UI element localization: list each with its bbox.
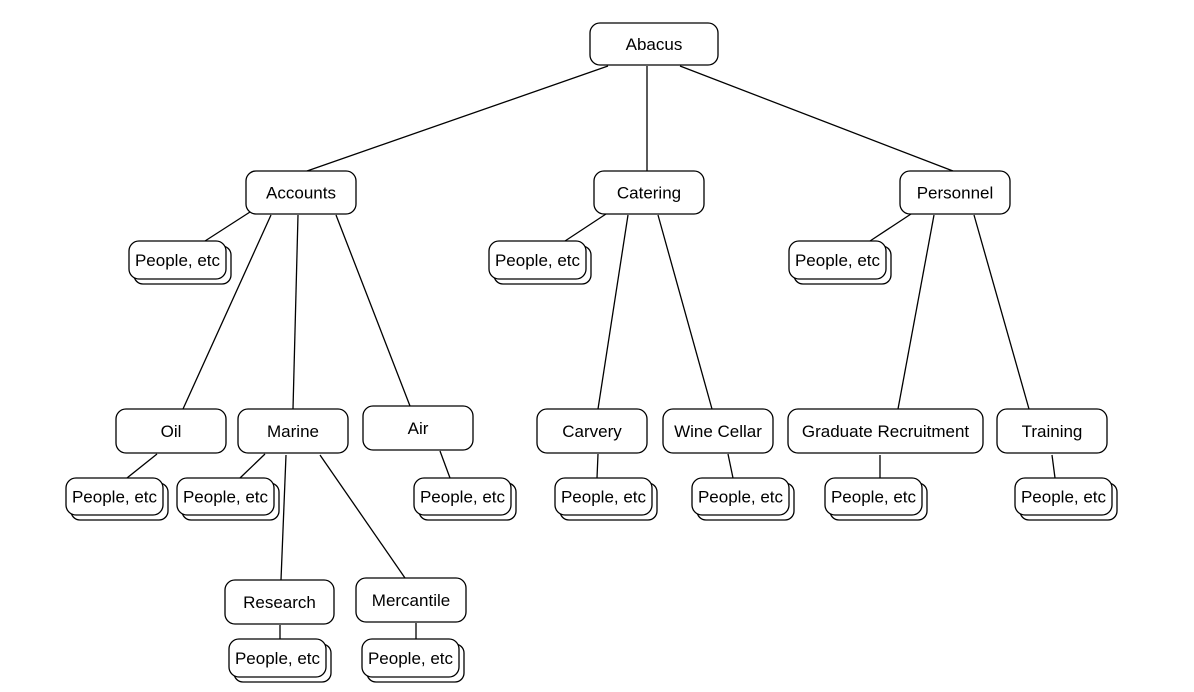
node-catering[interactable]: Catering [593,170,705,215]
node-oil-people[interactable]: People, etc [65,477,169,521]
node-label: People, etc [135,251,221,270]
node-mercantile-people[interactable]: People, etc [361,638,465,683]
node-research-people[interactable]: People, etc [228,638,332,683]
node-label: Oil [161,422,182,441]
node-label: People, etc [368,649,454,668]
edge-personnel-to-training [973,214,1030,410]
node-research[interactable]: Research [224,579,335,625]
node-label: People, etc [795,251,881,270]
node-marine[interactable]: Marine [237,408,349,454]
node-label: People, etc [831,488,917,507]
node-label: Personnel [917,184,994,203]
node-label: People, etc [561,488,647,507]
node-graduate-recruitment-people[interactable]: People, etc [824,477,928,521]
node-label: Wine Cellar [674,422,762,441]
edge-oil-to-oil-people [126,453,158,479]
node-label: Abacus [626,35,683,54]
edge-catering-to-carvery [597,214,629,410]
node-label: Research [243,593,316,612]
node-label: People, etc [495,251,581,270]
node-label: Graduate Recruitment [802,422,970,441]
node-mercantile[interactable]: Mercantile [355,577,467,623]
node-accounts[interactable]: Accounts [245,170,357,215]
edge-accounts-to-marine [292,214,299,410]
edge-abacus-to-personnel [679,65,954,172]
edge-air-to-air-people [439,450,451,479]
node-training-people[interactable]: People, etc [1014,477,1118,521]
node-label: Training [1022,422,1083,441]
node-carvery[interactable]: Carvery [536,408,648,454]
node-personnel-people[interactable]: People, etc [788,240,892,285]
node-wine-cellar[interactable]: Wine Cellar [662,408,774,454]
node-label: Catering [617,184,681,203]
org-chart: Abacus Accounts Catering Personnel People, e… [65,22,1118,683]
node-label: People, etc [72,488,158,507]
node-label: Air [408,419,429,438]
node-marine-people[interactable]: People, etc [176,477,280,521]
node-label: People, etc [420,488,506,507]
edge-wine-cellar-to-wine-cellar-people [727,453,734,479]
node-label: People, etc [698,488,784,507]
node-accounts-people[interactable]: People, etc [128,240,232,285]
edge-marine-to-marine-people [239,453,266,479]
edges [126,65,1056,639]
nodes: Abacus Accounts Catering Personnel People, e… [65,22,1118,683]
node-wine-cellar-people[interactable]: People, etc [691,477,795,521]
node-label: Mercantile [372,591,450,610]
edge-carvery-to-carvery-people [596,453,599,479]
node-catering-people[interactable]: People, etc [488,240,592,285]
node-training[interactable]: Training [996,408,1108,454]
node-label: People, etc [235,649,321,668]
node-personnel[interactable]: Personnel [899,170,1011,215]
edge-catering-to-wine-cellar [657,214,713,410]
node-label: People, etc [1021,488,1107,507]
edge-training-to-training-people [1051,454,1056,479]
edge-marine-to-mercantile [319,454,406,579]
node-carvery-people[interactable]: People, etc [554,477,658,521]
edge-accounts-to-accounts-people [204,211,251,242]
edge-abacus-to-accounts [306,65,609,172]
node-graduate-recruitment[interactable]: Graduate Recruitment [787,408,984,454]
node-air-people[interactable]: People, etc [413,477,517,521]
edge-marine-to-research [280,454,287,581]
edge-accounts-to-air [335,214,411,407]
node-air[interactable]: Air [362,405,474,451]
node-abacus[interactable]: Abacus [589,22,719,66]
node-label: Marine [267,422,319,441]
node-label: Carvery [562,422,622,441]
node-label: Accounts [266,184,336,203]
edge-personnel-to-graduate-recruitment [897,214,935,410]
node-oil[interactable]: Oil [115,408,227,454]
node-label: People, etc [183,488,269,507]
edge-personnel-to-personnel-people [869,213,912,242]
edge-catering-to-catering-people [564,213,607,242]
